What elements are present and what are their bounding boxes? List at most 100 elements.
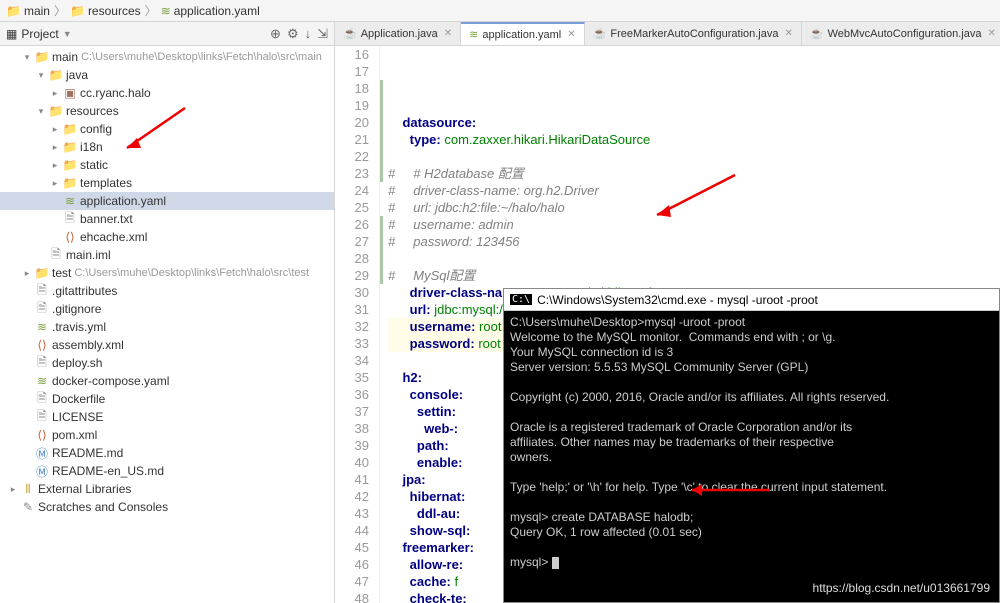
editor-tab[interactable]: ≋application.yaml✕ xyxy=(461,22,584,45)
tree-node[interactable]: ⓂREADME.md xyxy=(0,444,334,462)
tree-label: application.yaml xyxy=(80,194,166,208)
tree-label: README-en_US.md xyxy=(52,464,164,478)
terminal-line: Welcome to the MySQL monitor. Commands e… xyxy=(510,330,993,345)
tree-node[interactable]: ≋.travis.yml xyxy=(0,318,334,336)
tree-node[interactable]: ▾📁java xyxy=(0,66,334,84)
tree-node[interactable]: ▸⫴External Libraries xyxy=(0,480,334,498)
editor-tab[interactable]: ☕Application.java✕ xyxy=(335,22,461,45)
expand-icon[interactable]: ▾ xyxy=(20,52,34,63)
terminal-line: owners. xyxy=(510,450,993,465)
terminal-titlebar[interactable]: C:\ C:\Windows\System32\cmd.exe - mysql … xyxy=(504,289,999,311)
line-gutter: 1617181920212223242526272829303132333435… xyxy=(335,46,380,603)
tab-label: application.yaml xyxy=(482,29,561,41)
tree-label: deploy.sh xyxy=(52,356,102,370)
collapse-icon[interactable]: ↓ xyxy=(305,26,312,42)
tree-node[interactable]: ▸📁config xyxy=(0,120,334,138)
tree-node[interactable]: 🗎banner.txt xyxy=(0,210,334,228)
close-icon[interactable]: ✕ xyxy=(444,28,452,39)
tree-node[interactable]: ⟨⟩pom.xml xyxy=(0,426,334,444)
yaml-icon: ≋ xyxy=(34,374,50,388)
expand-icon[interactable]: ▸ xyxy=(48,178,62,189)
editor-tabs: ☕Application.java✕≋application.yaml✕☕Fre… xyxy=(335,22,1000,46)
tab-label: FreeMarkerAutoConfiguration.java xyxy=(610,28,778,40)
folder-icon: 📁 xyxy=(62,140,78,154)
project-panel-header: ▦ Project ▼ ⊕ ⚙ ↓ ⇲ xyxy=(0,22,334,46)
add-icon[interactable]: ⊕ xyxy=(270,26,281,42)
folder-icon: 📁 xyxy=(48,68,64,82)
close-icon[interactable]: ✕ xyxy=(567,29,575,40)
terminal-body[interactable]: C:\Users\muhe\Desktop>mysql -uroot -proo… xyxy=(504,311,999,574)
tree-node[interactable]: ▸📁i18n xyxy=(0,138,334,156)
tree-node[interactable]: 🗎LICENSE xyxy=(0,408,334,426)
expand-icon[interactable]: ▾ xyxy=(34,70,48,81)
tree-node[interactable]: ▸📁templates xyxy=(0,174,334,192)
terminal-line: affiliates. Other names may be trademark… xyxy=(510,435,993,450)
tree-label: assembly.xml xyxy=(52,338,124,352)
code-line[interactable]: # url: jdbc:h2:file:~/halo/halo xyxy=(388,199,1000,216)
code-line[interactable]: datasource: xyxy=(388,114,1000,131)
tree-label: i18n xyxy=(80,140,103,154)
tree-node[interactable]: 🗎deploy.sh xyxy=(0,354,334,372)
code-line[interactable]: # MySql配置 xyxy=(388,267,1000,284)
tree-node[interactable]: ⟨⟩assembly.xml xyxy=(0,336,334,354)
txt-icon: 🗎 xyxy=(62,209,78,230)
tree-node[interactable]: ⟨⟩ehcache.xml xyxy=(0,228,334,246)
tree-label: docker-compose.yaml xyxy=(52,374,169,388)
tree-label: main.iml xyxy=(66,248,111,262)
project-tree[interactable]: ▾📁mainC:\Users\muhe\Desktop\links\Fetch\… xyxy=(0,46,334,603)
tree-node[interactable]: ▸▣cc.ryanc.halo xyxy=(0,84,334,102)
breadcrumb-item-file[interactable]: ≋ application.yaml xyxy=(161,4,260,18)
tree-label: LICENSE xyxy=(52,410,103,424)
project-panel: ▦ Project ▼ ⊕ ⚙ ↓ ⇲ ▾📁mainC:\Users\muhe\… xyxy=(0,22,335,603)
terminal-window[interactable]: C:\ C:\Windows\System32\cmd.exe - mysql … xyxy=(503,288,1000,603)
breadcrumb-item-main[interactable]: 📁 main xyxy=(6,4,50,18)
tree-node[interactable]: ▾📁mainC:\Users\muhe\Desktop\links\Fetch\… xyxy=(0,48,334,66)
tree-node[interactable]: ▸📁static xyxy=(0,156,334,174)
folder-icon: 📁 xyxy=(48,104,64,118)
expand-icon[interactable]: ▸ xyxy=(48,88,62,99)
tree-label: cc.ryanc.halo xyxy=(80,86,151,100)
tree-node[interactable]: 🗎Dockerfile xyxy=(0,390,334,408)
tree-label: External Libraries xyxy=(38,482,131,496)
expand-icon[interactable]: ▸ xyxy=(48,142,62,153)
code-line[interactable]: # # H2database 配置 xyxy=(388,165,1000,182)
code-line[interactable]: # password: 123456 xyxy=(388,233,1000,250)
chevron-down-icon[interactable]: ▼ xyxy=(63,29,72,39)
cursor xyxy=(552,557,559,569)
close-icon[interactable]: ✕ xyxy=(987,28,995,39)
code-line[interactable]: # username: admin xyxy=(388,216,1000,233)
tree-node[interactable]: ▸📁testC:\Users\muhe\Desktop\links\Fetch\… xyxy=(0,264,334,282)
expand-icon[interactable]: ▸ xyxy=(20,268,34,279)
txt-icon: 🗎 xyxy=(34,407,50,428)
expand-icon[interactable]: ▾ xyxy=(34,106,48,117)
tree-label: ehcache.xml xyxy=(80,230,147,244)
java-file-icon: ☕ xyxy=(810,27,824,40)
close-icon[interactable]: ✕ xyxy=(784,28,792,39)
tree-node[interactable]: 🗎.gitattributes xyxy=(0,282,334,300)
gear-icon[interactable]: ⚙ xyxy=(287,26,299,42)
editor-tab[interactable]: ☕FreeMarkerAutoConfiguration.java ✕ xyxy=(585,22,802,45)
java-file-icon: ☕ xyxy=(593,27,607,40)
code-line[interactable]: type: com.zaxxer.hikari.HikariDataSource xyxy=(388,131,1000,148)
expand-icon[interactable]: ▸ xyxy=(48,124,62,135)
code-line[interactable] xyxy=(388,148,1000,165)
breadcrumb-item-resources[interactable]: 📁 resources xyxy=(70,4,141,18)
tree-node[interactable]: 🗎main.iml xyxy=(0,246,334,264)
tree-node[interactable]: ≋docker-compose.yaml xyxy=(0,372,334,390)
tree-node[interactable]: ⓂREADME-en_US.md xyxy=(0,462,334,480)
terminal-line: C:\Users\muhe\Desktop>mysql -uroot -proo… xyxy=(510,315,993,330)
tree-node[interactable]: ≋application.yaml xyxy=(0,192,334,210)
chevron-right-icon: 〉 xyxy=(145,2,157,19)
xml-icon: ⟨⟩ xyxy=(34,428,50,442)
code-line[interactable]: # driver-class-name: org.h2.Driver xyxy=(388,182,1000,199)
editor-tab[interactable]: ☕WebMvcAutoConfiguration.java✕ xyxy=(802,22,1000,45)
expand-icon[interactable]: ▸ xyxy=(48,160,62,171)
expand-icon[interactable]: ▸ xyxy=(6,484,20,495)
tree-label: templates xyxy=(80,176,132,190)
tree-node[interactable]: ✎Scratches and Consoles xyxy=(0,498,334,516)
tree-label: config xyxy=(80,122,112,136)
code-line[interactable] xyxy=(388,250,1000,267)
hide-icon[interactable]: ⇲ xyxy=(317,26,328,42)
tree-node[interactable]: ▾📁resources xyxy=(0,102,334,120)
tree-node[interactable]: 🗎.gitignore xyxy=(0,300,334,318)
